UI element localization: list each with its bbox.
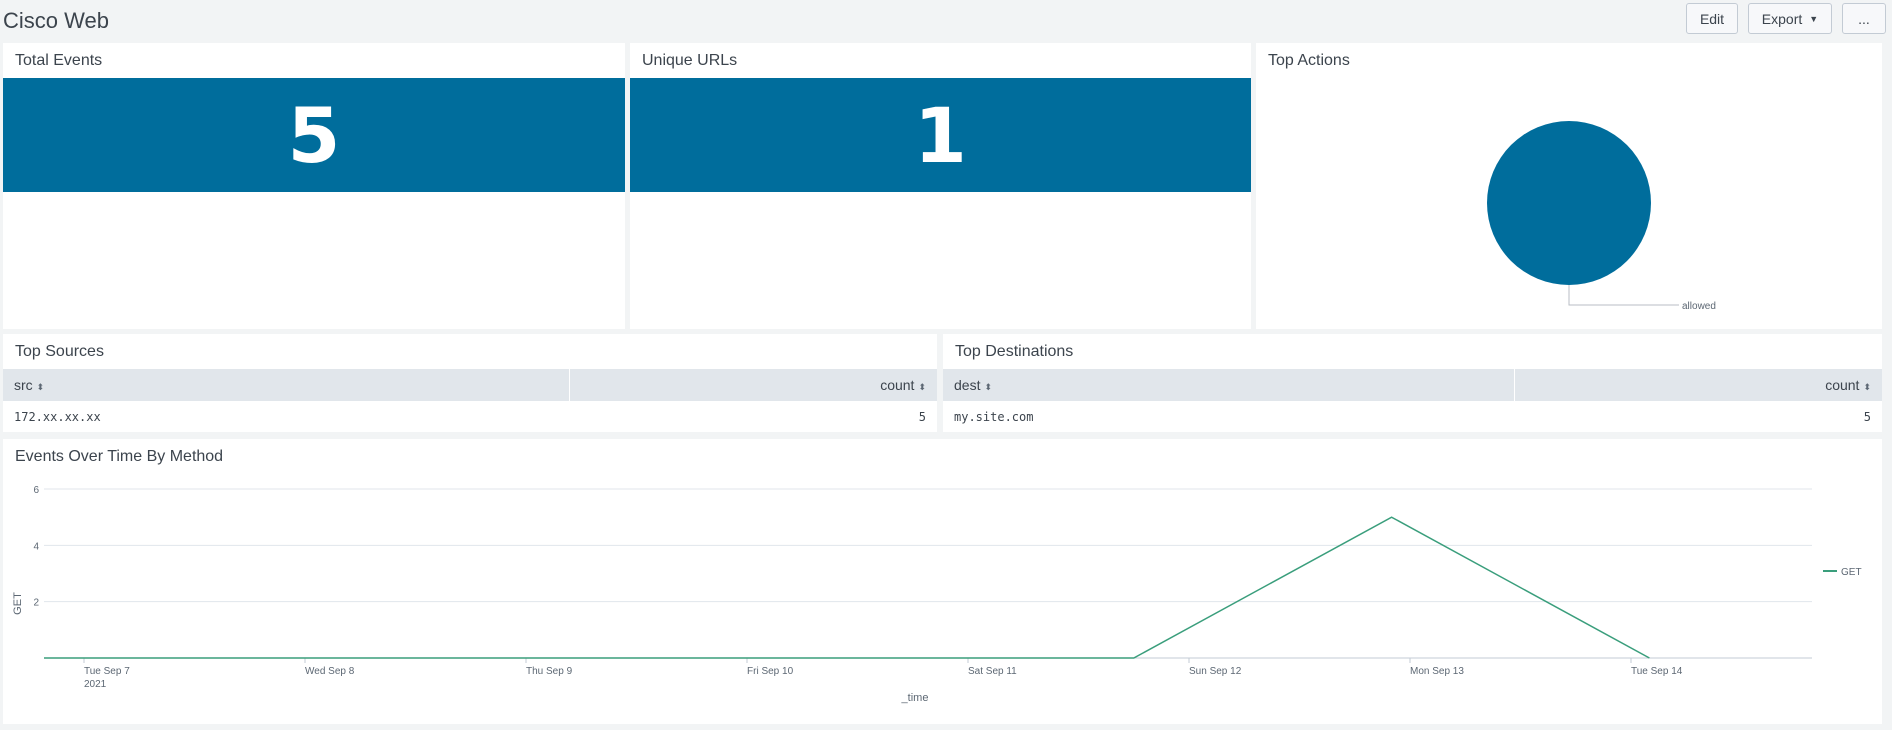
unique-urls-panel: Unique URLs 1	[630, 43, 1251, 329]
single-value-unique-urls[interactable]: 1	[630, 78, 1251, 192]
x-tick-label: Tue Sep 7	[84, 666, 130, 677]
more-actions-label: ...	[1858, 10, 1870, 27]
x-tick-label: Sat Sep 11	[968, 666, 1017, 677]
series-line-GET[interactable]	[44, 516, 1650, 659]
panel-title: Top Destinations	[955, 343, 1074, 360]
top-destinations-table: dest ⬍ count ⬍ my.site.com 5	[943, 369, 1882, 432]
total-events-panel: Total Events 5	[3, 43, 625, 329]
x-tick-label: Wed Sep 8	[305, 666, 355, 677]
x-tick-label: Tue Sep 14	[1631, 666, 1683, 677]
sort-icon[interactable]: ⬍	[984, 382, 992, 392]
single-value-total-events[interactable]: 5	[3, 78, 625, 192]
top-actions-panel: Top Actions allowed	[1256, 43, 1882, 329]
cell-src: 172.xx.xx.xx	[14, 409, 101, 424]
export-button[interactable]: Export ▼	[1748, 3, 1832, 34]
cell-count: 5	[1863, 409, 1871, 424]
y-axis-title: GET	[12, 592, 24, 615]
table-row[interactable]: 172.xx.xx.xx 5	[3, 401, 937, 432]
legend-label[interactable]: GET	[1841, 567, 1862, 578]
top-destinations-panel: Top Destinations dest ⬍ count ⬍ my.site.co…	[943, 334, 1882, 432]
y-tick-label: 4	[33, 541, 39, 552]
events-over-time-panel: Events Over Time By Method 2 4 6 Tue Sep 72…	[3, 439, 1882, 724]
x-tick-year-label: 2021	[84, 679, 107, 690]
column-header-count[interactable]: count ⬍	[569, 369, 937, 401]
table-header-row: src ⬍ count ⬍	[3, 369, 937, 401]
edit-button[interactable]: Edit	[1686, 3, 1738, 34]
line-chart: 2 4 6 Tue Sep 7 2021 Wed Sep 8 Thu Sep 9 Fri Se…	[12, 485, 1862, 704]
panel-title: Unique URLs	[642, 52, 738, 69]
pie-label-allowed: allowed	[1682, 301, 1716, 312]
panel-title: Total Events	[15, 52, 103, 69]
column-header-count[interactable]: count ⬍	[1514, 369, 1882, 401]
cell-count: 5	[918, 409, 926, 424]
top-sources-table: src ⬍ count ⬍ 172.xx.xx.xx 5	[3, 369, 937, 432]
top-sources-panel: Top Sources src ⬍ count ⬍ 172.xx.xx.xx 5	[3, 334, 937, 432]
x-tick-label: Thu Sep 9	[526, 666, 573, 677]
x-tick-label: Sun Sep 12	[1189, 666, 1242, 677]
table-row[interactable]: my.site.com 5	[943, 401, 1882, 432]
pie-chart: allowed	[1487, 121, 1716, 312]
edit-button-label: Edit	[1699, 10, 1725, 27]
caret-down-icon: ▼	[1809, 13, 1819, 24]
panel-title: Top Sources	[15, 343, 104, 360]
sort-icon[interactable]: ⬍	[1863, 382, 1871, 392]
sort-icon[interactable]: ⬍	[37, 382, 45, 392]
x-tick-label: Mon Sep 13	[1410, 666, 1464, 677]
dashboard-header: Cisco Web Edit Export ▼ ...	[0, 0, 1892, 42]
x-axis-title: _time	[901, 692, 929, 704]
dashboard-title: Cisco Web	[3, 8, 109, 33]
column-header-src[interactable]: src ⬍	[3, 369, 570, 401]
y-tick-label: 2	[33, 598, 39, 609]
sort-icon[interactable]: ⬍	[918, 382, 926, 392]
table-header-row: dest ⬍ count ⬍	[943, 369, 1882, 401]
x-tick-label: Fri Sep 10	[747, 666, 794, 677]
pie-leader-line	[1568, 285, 1679, 306]
y-tick-label: 6	[33, 485, 39, 496]
column-header-dest[interactable]: dest ⬍	[943, 369, 1515, 401]
export-button-label: Export	[1761, 10, 1803, 27]
more-actions-button[interactable]: ...	[1842, 3, 1886, 34]
pie-slice-allowed[interactable]	[1487, 121, 1651, 285]
cell-dest: my.site.com	[954, 409, 1034, 424]
